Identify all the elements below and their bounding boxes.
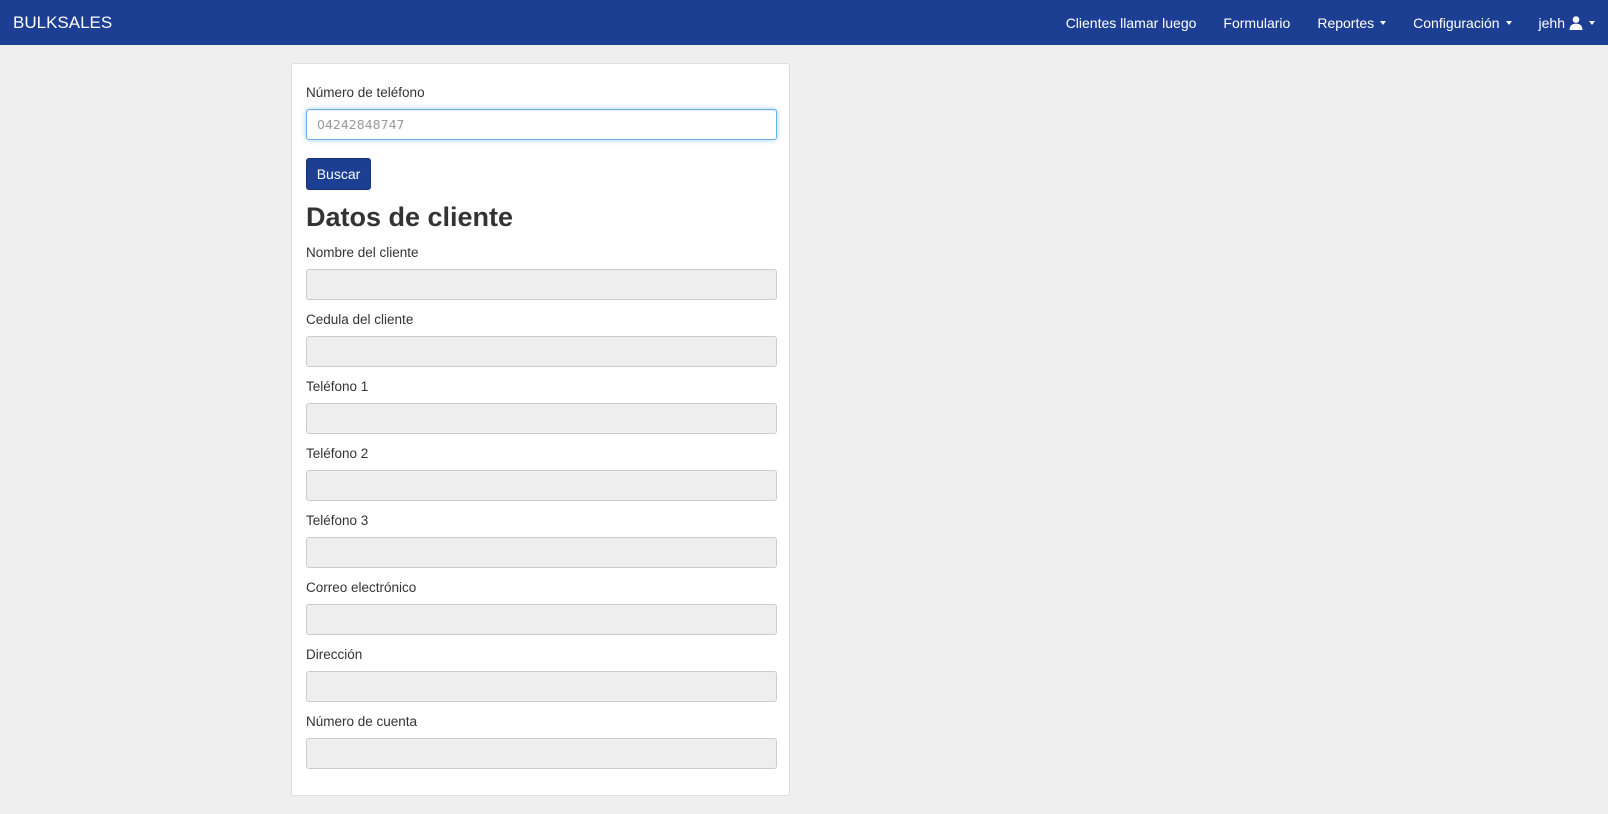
phone-search-input[interactable] (306, 109, 777, 140)
client-form-panel: Número de teléfono Buscar Datos de clien… (291, 63, 790, 796)
brand-logo[interactable]: BULKSALES (13, 0, 112, 45)
search-button[interactable]: Buscar (306, 158, 371, 190)
client-id-field[interactable] (306, 336, 777, 367)
user-icon (1569, 15, 1583, 30)
phone-3-label: Teléfono 3 (306, 513, 369, 528)
nav-item-label: Formulario (1223, 14, 1291, 31)
phone-2-field[interactable] (306, 470, 777, 501)
client-id-label: Cedula del cliente (306, 312, 414, 327)
client-name-field[interactable] (306, 269, 777, 300)
user-name: jehh (1538, 14, 1565, 31)
top-navbar: BULKSALES Clientes llamar luego Formular… (0, 0, 1608, 45)
nav-dropdown-reportes[interactable]: Reportes (1304, 0, 1400, 45)
caret-down-icon (1505, 20, 1512, 25)
account-number-label: Número de cuenta (306, 714, 418, 729)
email-field[interactable] (306, 604, 777, 635)
address-label: Dirección (306, 647, 363, 662)
nav-item-clientes-llamar-luego[interactable]: Clientes llamar luego (1052, 0, 1210, 45)
phone-1-field[interactable] (306, 403, 777, 434)
client-data-heading: Datos de cliente (306, 202, 514, 232)
account-number-field[interactable] (306, 738, 777, 769)
nav-item-formulario[interactable]: Formulario (1210, 0, 1304, 45)
nav-menu: Clientes llamar luego Formulario Reporte… (1052, 0, 1608, 45)
nav-dropdown-user[interactable]: jehh (1525, 0, 1608, 45)
caret-down-icon (1589, 20, 1595, 25)
email-label: Correo electrónico (306, 580, 417, 595)
phone-search-label: Número de teléfono (306, 85, 425, 100)
nav-item-label: Configuración (1413, 14, 1500, 31)
phone-1-label: Teléfono 1 (306, 379, 369, 394)
address-field[interactable] (306, 671, 777, 702)
phone-3-field[interactable] (306, 537, 777, 568)
phone-2-label: Teléfono 2 (306, 446, 369, 461)
client-name-label: Nombre del cliente (306, 245, 419, 260)
nav-dropdown-configuracion[interactable]: Configuración (1400, 0, 1525, 45)
nav-item-label: Clientes llamar luego (1065, 14, 1197, 31)
caret-down-icon (1380, 20, 1387, 25)
nav-item-label: Reportes (1317, 14, 1375, 31)
